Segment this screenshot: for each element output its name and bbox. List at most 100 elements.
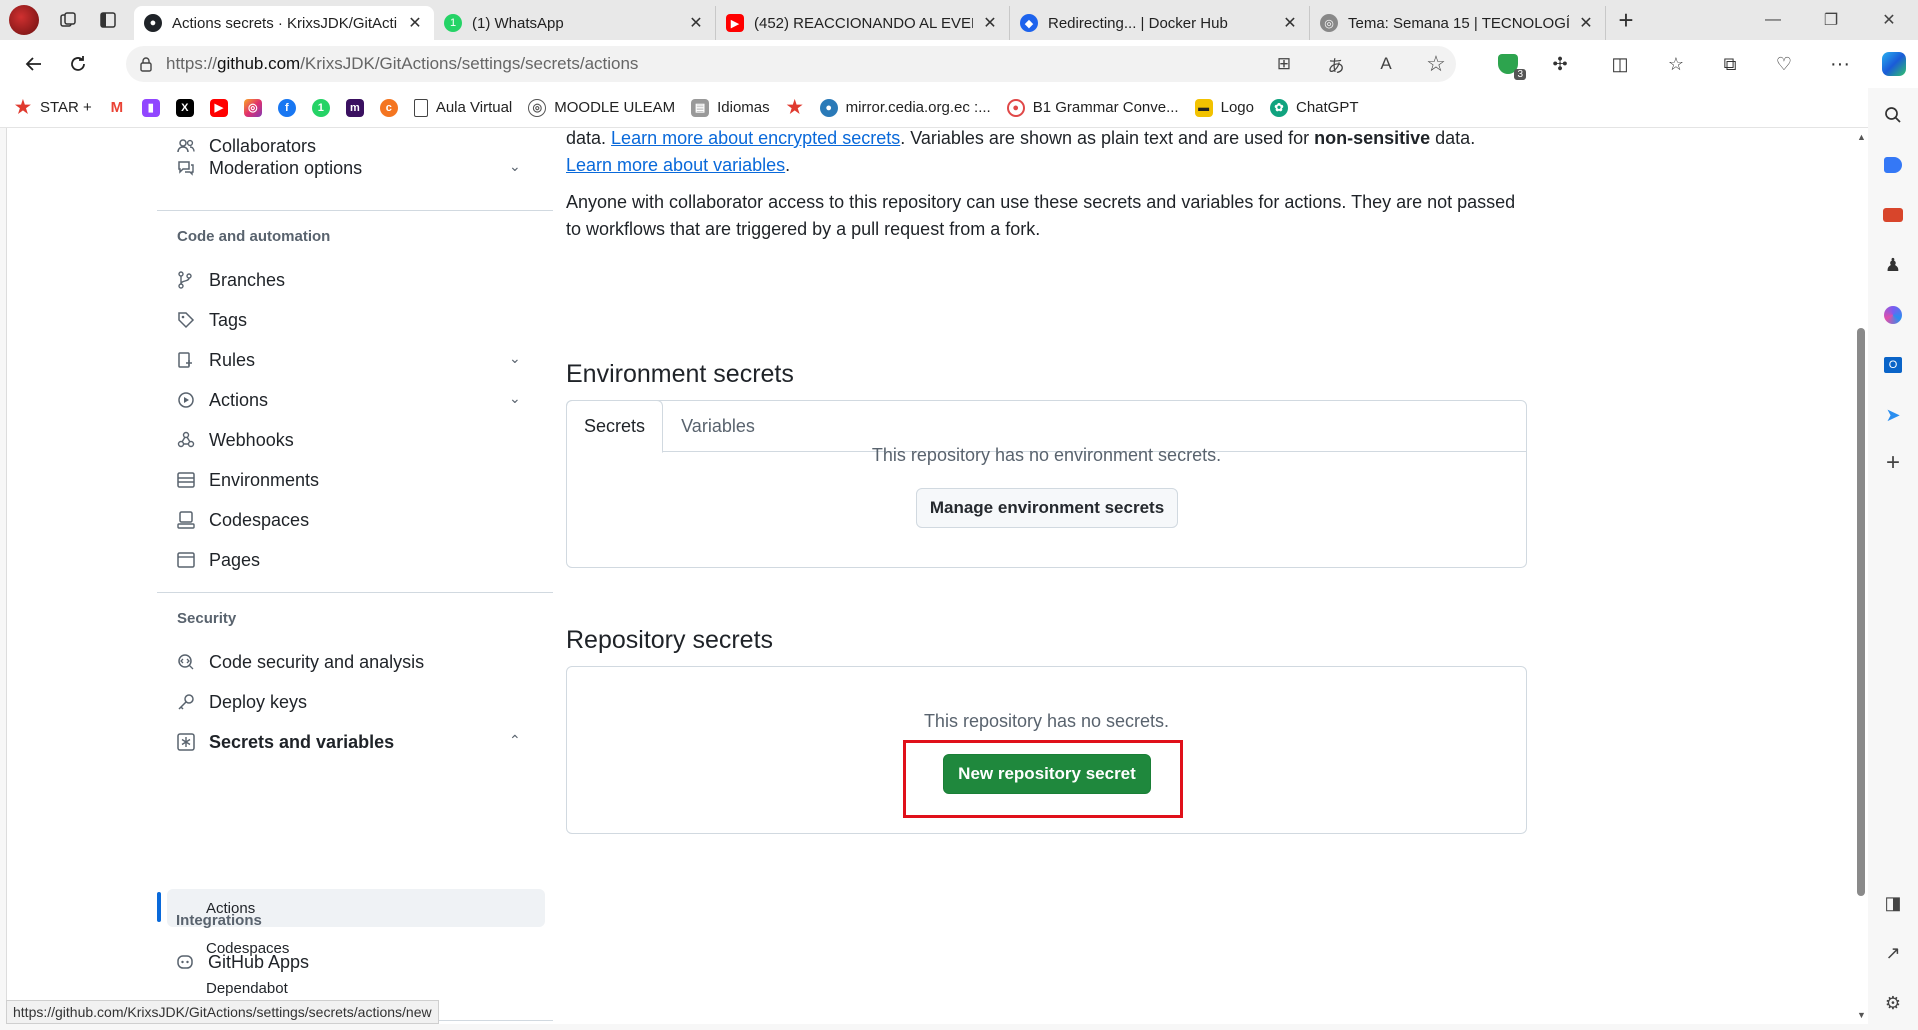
minimize-button[interactable]: — [1744, 0, 1802, 40]
scrollbar-thumb[interactable] [1857, 328, 1865, 896]
new-tab-button[interactable]: + [1606, 0, 1646, 40]
browser-essentials-icon[interactable]: ♡ [1764, 44, 1804, 84]
close-tab-icon[interactable]: ✕ [406, 13, 424, 33]
intro-text: data. [566, 128, 612, 148]
outlook-icon[interactable]: O [1878, 350, 1908, 380]
sidebar-item-actions[interactable]: Actions [177, 382, 268, 418]
star-icon: ★ [786, 97, 803, 117]
refresh-button[interactable] [56, 44, 100, 84]
sidebar-settings-icon[interactable]: ⚙ [1878, 988, 1908, 1018]
tab-whatsapp[interactable]: 1 (1) WhatsApp ✕ [434, 6, 716, 40]
sidebar-item-rules[interactable]: Rules [177, 342, 255, 378]
sidebar-item-codespaces[interactable]: Codespaces [177, 502, 309, 538]
bookmark-mastodon[interactable]: m [345, 98, 364, 117]
sidebar-item-branches[interactable]: Branches [177, 262, 285, 298]
shield-extension-icon[interactable]: 3 [1488, 44, 1528, 84]
bookmark-idiomas[interactable]: ▤ Idiomas [691, 98, 770, 117]
profile-avatar[interactable] [0, 0, 48, 40]
back-button[interactable] [12, 44, 56, 84]
sidebar-item-webhooks[interactable]: Webhooks [177, 422, 294, 458]
more-menu-icon[interactable]: ··· [1820, 44, 1860, 84]
tab-actions-icon[interactable] [88, 0, 128, 40]
bookmark-logo[interactable]: ▬ Logo [1194, 98, 1254, 117]
collections-icon[interactable]: ⧉ [1710, 44, 1750, 84]
sidebar-item-tags[interactable]: Tags [177, 302, 247, 338]
bookmark-x[interactable]: X [175, 98, 194, 117]
shopping-tag-icon[interactable] [1878, 150, 1908, 180]
learn-more-variables-link[interactable]: Learn more about variables [566, 155, 785, 175]
workspaces-icon[interactable] [48, 0, 88, 40]
search-icon[interactable] [1878, 100, 1908, 130]
bookmark-youtube[interactable]: ▶ [209, 98, 228, 117]
bookmark-mirror-cedia[interactable]: ● mirror.cedia.org.ec :... [819, 98, 991, 117]
copilot-icon[interactable] [1874, 44, 1914, 84]
lock-icon[interactable] [126, 56, 166, 72]
close-tab-icon[interactable]: ✕ [981, 13, 999, 33]
sidebar-item-github-apps[interactable]: GitHub Apps [176, 944, 309, 980]
bookmark-star[interactable]: ★ [786, 97, 804, 117]
split-screen-icon[interactable]: ◫ [1600, 44, 1640, 84]
favorites-icon[interactable]: ☆ [1656, 44, 1696, 84]
tools-icon[interactable] [1878, 200, 1908, 230]
send-icon[interactable]: ➤ [1878, 400, 1908, 430]
whatsapp-icon: 1 [311, 98, 330, 117]
collaborator-access-text: Anyone with collaborator access to this … [566, 192, 1516, 239]
open-external-icon[interactable]: ↗ [1878, 938, 1908, 968]
manage-environment-secrets-button[interactable]: Manage environment secrets [916, 488, 1178, 528]
bookmark-gmail[interactable]: M [108, 99, 126, 117]
close-tab-icon[interactable]: ✕ [687, 13, 705, 33]
translate-icon[interactable]: あ [1316, 46, 1356, 82]
play-icon [177, 391, 199, 409]
intro-text: data. [1430, 128, 1476, 148]
chevron-down-icon[interactable]: ⌄ [509, 350, 521, 367]
sidebar-item-deploy-keys[interactable]: Deploy keys [177, 684, 307, 720]
bookmark-chatgpt[interactable]: ✿ ChatGPT [1269, 98, 1359, 117]
sidebar-item-moderation-options[interactable]: Moderation options [177, 150, 362, 186]
repository-secrets-heading: Repository secrets [566, 626, 774, 654]
extensions-puzzle-icon[interactable]: ✣ [1540, 44, 1580, 84]
asterisk-icon [177, 733, 199, 751]
bookmark-label: mirror.cedia.org.ec :... [845, 99, 991, 116]
tab-moodle[interactable]: ◎ Tema: Semana 15 | TECNOLOGÍA ✕ [1310, 6, 1606, 40]
add-icon[interactable]: + [1878, 448, 1908, 478]
close-tab-icon[interactable]: ✕ [1281, 13, 1299, 33]
chevron-up-icon[interactable]: ⌃ [509, 732, 521, 749]
bookmark-twitch[interactable]: ▮ [141, 98, 160, 117]
tab-title: (1) WhatsApp [472, 14, 564, 32]
sidebar-item-pages[interactable]: Pages [177, 542, 260, 578]
bookmark-crunchyroll[interactable]: c [379, 98, 398, 117]
bookmark-moodle-uleam[interactable]: ◎ MOODLE ULEAM [528, 98, 675, 117]
address-bar[interactable]: https://github.com/KrixsJDK/GitActions/s… [126, 46, 1456, 82]
bookmark-whatsapp[interactable]: 1 [311, 98, 330, 117]
sidebar-item-label: Deploy keys [209, 691, 308, 712]
sidebar-item-environments[interactable]: Environments [177, 462, 319, 498]
scroll-up-arrow-icon[interactable]: ▲ [1857, 132, 1866, 142]
tab-youtube[interactable]: ▶ (452) REACCIONANDO AL EVENT ✕ [716, 6, 1010, 40]
read-aloud-icon[interactable]: A [1366, 46, 1406, 82]
bookmark-label: STAR + [40, 99, 92, 116]
microsoft-365-icon[interactable] [1878, 300, 1908, 330]
close-tab-icon[interactable]: ✕ [1577, 13, 1595, 33]
bookmark-aula-virtual[interactable]: Aula Virtual [413, 98, 512, 117]
tab-github-actions-secrets[interactable]: ● Actions secrets · KrixsJDK/GitActi ✕ [134, 6, 434, 40]
bookmark-instagram[interactable]: ◎ [243, 98, 262, 117]
scroll-down-arrow-icon[interactable]: ▼ [1857, 1010, 1866, 1020]
bookmark-star-plus[interactable]: ★ STAR + [14, 97, 92, 117]
favorite-star-icon[interactable]: ☆ [1416, 46, 1456, 82]
app-available-icon[interactable]: ⊞ [1264, 46, 1304, 82]
sidebar-item-code-security[interactable]: Code security and analysis [177, 644, 424, 680]
bookmark-b1-grammar[interactable]: ● B1 Grammar Conve... [1006, 98, 1179, 117]
page-scrollbar[interactable]: ▲ ▼ [1853, 128, 1868, 1024]
bookmark-facebook[interactable]: f [277, 98, 296, 117]
docker-icon: ◆ [1020, 14, 1038, 32]
chevron-down-icon[interactable]: ⌄ [509, 158, 521, 175]
hide-sidebar-icon[interactable]: ◨ [1878, 888, 1908, 918]
games-icon[interactable]: ♟ [1878, 250, 1908, 280]
chevron-down-icon[interactable]: ⌄ [509, 390, 521, 407]
gmail-icon: M [110, 99, 124, 116]
sidebar-item-secrets-and-variables[interactable]: Secrets and variables [177, 724, 394, 760]
learn-more-encrypted-secrets-link[interactable]: Learn more about encrypted secrets [611, 128, 900, 148]
close-window-button[interactable]: ✕ [1860, 0, 1918, 40]
tab-docker-hub[interactable]: ◆ Redirecting... | Docker Hub ✕ [1010, 6, 1310, 40]
restore-button[interactable]: ❐ [1802, 0, 1860, 40]
